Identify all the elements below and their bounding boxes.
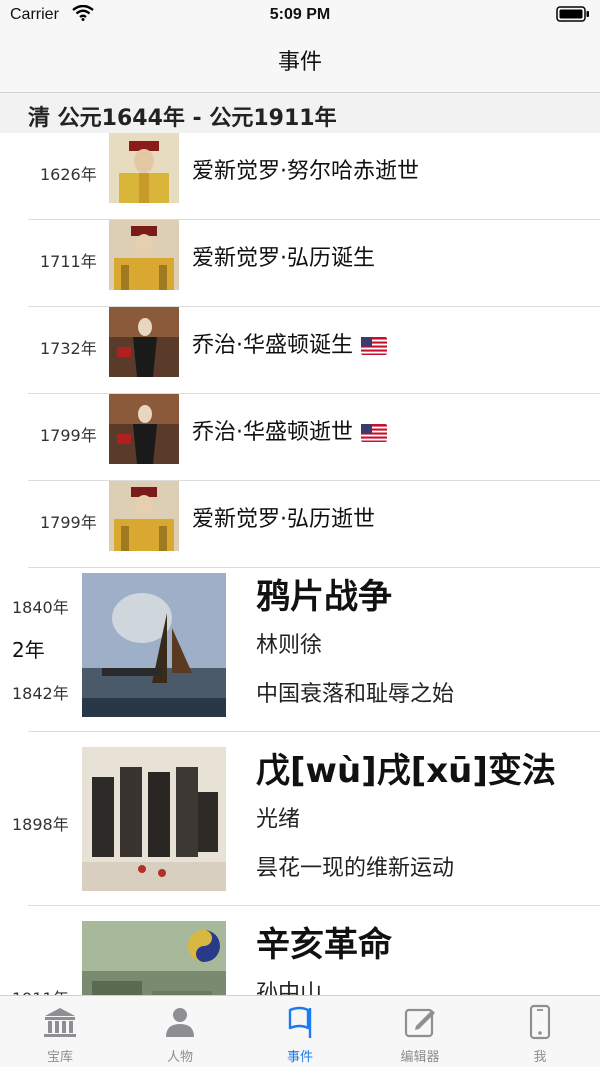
status-bar: Carrier 5:09 PM — [0, 0, 600, 30]
event-row[interactable]: 1626年 爱新觉罗·努尔哈赤逝世 — [0, 133, 600, 220]
event-title: 戊[wù]戌[xū]变法 — [256, 751, 556, 791]
battery-icon — [556, 6, 589, 22]
event-title: 乔治·华盛顿逝世 — [192, 414, 387, 446]
event-title: 乔治·华盛顿诞生 — [192, 327, 387, 359]
event-title: 辛亥革命 — [256, 925, 392, 965]
row-divider — [28, 905, 600, 906]
dynasty-title: 清 公元1644年 - 公元1911年 — [28, 106, 337, 131]
event-person: 光绪 — [256, 807, 301, 832]
event-year: 1732年 — [40, 339, 97, 358]
event-image — [82, 747, 226, 891]
event-title: 鸦片战争 — [256, 577, 392, 617]
event-title: 爱新觉罗·弘历逝世 — [192, 507, 375, 532]
portrait-thumbnail — [109, 220, 179, 290]
portrait-thumbnail — [109, 481, 179, 551]
portrait-thumbnail — [109, 133, 179, 203]
tab-events[interactable]: 事件 — [240, 996, 360, 1067]
event-person: 孙中山 — [256, 981, 323, 995]
phone-icon — [529, 1004, 551, 1040]
event-year: 1799年 — [40, 426, 97, 445]
edit-icon — [404, 1008, 435, 1038]
flag-icon — [288, 1006, 312, 1038]
event-row-large[interactable]: 1898年 戊[wù]戌[xū]变法 光绪 昙花一现的维新运动 — [0, 733, 600, 906]
tab-label: 宝库 — [46, 1050, 73, 1065]
navigation-bar: 事件 — [0, 30, 600, 93]
section-header: 清 公元1644年 - 公元1911年 — [0, 93, 600, 133]
event-title: 爱新觉罗·努尔哈赤逝世 — [192, 159, 419, 184]
tab-bar: 宝库 人物 事件 编辑器 我 — [0, 995, 600, 1067]
row-divider — [28, 731, 600, 732]
person-icon — [166, 1008, 194, 1037]
tab-label: 人物 — [166, 1050, 193, 1065]
event-person: 林则徐 — [256, 633, 323, 658]
tab-label: 事件 — [286, 1050, 313, 1065]
event-row-large[interactable]: 1911年 辛亥革命 孙中山 — [0, 907, 600, 995]
page-title: 事件 — [277, 50, 322, 75]
event-row-large[interactable]: 1840年 2年 1842年 鸦片战争 林则徐 中国衰落和耻辱之始 — [0, 559, 600, 732]
tab-label: 我 — [533, 1050, 547, 1065]
event-row[interactable]: 1732年 乔治·华盛顿诞生 — [0, 307, 600, 394]
event-row[interactable]: 1799年 爱新觉罗·弘历逝世 — [0, 481, 600, 568]
event-list[interactable]: 1626年 爱新觉罗·努尔哈赤逝世 1711年 爱新觉罗·弘历诞生 1732年 — [0, 133, 600, 995]
event-row[interactable]: 1799年 乔治·华盛顿逝世 — [0, 394, 600, 481]
tab-treasury[interactable]: 宝库 — [0, 996, 120, 1067]
event-duration: 2年 — [12, 638, 45, 662]
event-year: 1711年 — [40, 252, 97, 271]
us-flag-icon — [361, 424, 387, 442]
event-description: 中国衰落和耻辱之始 — [256, 682, 455, 707]
event-year: 1626年 — [40, 165, 97, 184]
tab-label: 编辑器 — [400, 1050, 440, 1065]
event-title: 爱新觉罗·弘历诞生 — [192, 246, 375, 271]
tab-me[interactable]: 我 — [480, 996, 600, 1067]
event-start-year: 1911年 — [12, 985, 69, 995]
event-end-year: 1842年 — [12, 684, 69, 703]
event-image — [82, 573, 226, 717]
clock: 5:09 PM — [269, 6, 331, 23]
event-image — [82, 921, 226, 995]
event-description: 昙花一现的维新运动 — [256, 856, 455, 881]
tab-people[interactable]: 人物 — [120, 996, 240, 1067]
event-start-year: 1898年 — [12, 815, 69, 834]
event-year: 1799年 — [40, 513, 97, 532]
us-flag-icon — [361, 337, 387, 355]
event-row[interactable]: 1711年 爱新觉罗·弘历诞生 — [0, 220, 600, 307]
bank-icon — [44, 1008, 76, 1037]
event-start-year: 1840年 — [12, 598, 69, 617]
portrait-thumbnail — [109, 394, 179, 464]
tab-editor[interactable]: 编辑器 — [360, 996, 480, 1067]
portrait-thumbnail — [109, 307, 179, 377]
